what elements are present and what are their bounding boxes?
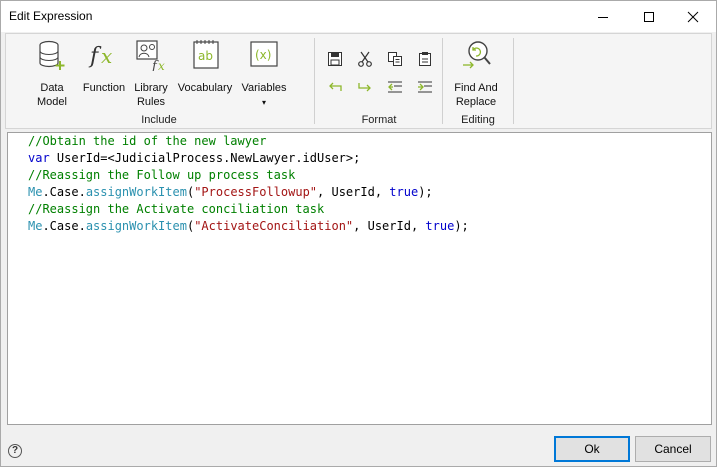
copy-icon (388, 52, 402, 66)
minimize-button[interactable] (580, 1, 626, 32)
include-group-label: Include (141, 114, 177, 126)
paste-icon (419, 52, 431, 66)
find-replace-button[interactable]: Find And Replace (445, 38, 507, 109)
data-model-label-1: Data (40, 82, 64, 94)
find-replace-label-2: Replace (455, 96, 497, 108)
svg-text:x: x (158, 59, 165, 71)
cut-button[interactable] (354, 49, 376, 69)
data-model-button[interactable]: Data Model (30, 38, 74, 109)
indent-icon (418, 81, 432, 93)
code-line[interactable]: //Reassign the Activate conciliation tas… (28, 201, 469, 218)
vocabulary-icon: ab (188, 38, 222, 72)
editing-group: Find And Replace Editing (443, 34, 513, 128)
code-token: "ProcessFollowup" (194, 185, 318, 199)
vocabulary-button[interactable]: ab Vocabulary (174, 38, 236, 95)
save-button[interactable] (324, 49, 346, 69)
maximize-button[interactable] (626, 1, 672, 32)
ribbon-divider (513, 38, 514, 124)
save-icon (328, 52, 342, 66)
ok-button[interactable]: Ok (554, 436, 630, 462)
find-replace-icon (459, 38, 493, 72)
library-rules-label-2: Rules (136, 96, 166, 108)
code-token: //Reassign the Follow up process task (28, 168, 296, 182)
code-token: true (425, 219, 455, 233)
svg-text:f: f (88, 44, 102, 69)
editing-group-label: Editing (461, 114, 495, 126)
fx-icon: f x (87, 38, 121, 72)
code-token: ); (454, 219, 469, 233)
code-token: , UserId, (353, 219, 426, 233)
chevron-down-icon: ▾ (261, 98, 266, 107)
ribbon-toolbar: Data Model f x Function f x Library Rule… (5, 33, 712, 129)
maximize-icon (644, 11, 654, 22)
code-token: "ActivateConciliation" (194, 219, 354, 233)
undo-button[interactable] (324, 77, 346, 97)
indent-button[interactable] (414, 77, 436, 97)
svg-text:x: x (101, 44, 112, 68)
code-token: Me (28, 219, 43, 233)
format-group-label: Format (361, 114, 397, 126)
data-model-label-2: Model (37, 96, 67, 108)
variables-button[interactable]: (x) Variables ▾ (238, 38, 290, 110)
close-icon (687, 11, 699, 22)
code-token: assignWorkItem (85, 219, 187, 233)
paste-button[interactable] (414, 49, 436, 69)
code-token: assignWorkItem (85, 185, 187, 199)
include-group: Data Model f x Function f x Library Rule… (6, 34, 312, 128)
expression-editor[interactable]: //Obtain the id of the new lawyer var Use… (7, 132, 712, 425)
cancel-button[interactable]: Cancel (635, 436, 711, 462)
library-rules-button[interactable]: f x Library Rules (130, 38, 172, 109)
code-line[interactable]: Me.Case.assignWorkItem("ActivateConcilia… (28, 218, 469, 235)
code-line[interactable]: var UserId=<JudicialProcess.NewLawyer.id… (28, 150, 469, 167)
variables-icon: (x) (247, 38, 281, 72)
code-line[interactable]: Me.Case.assignWorkItem("ProcessFollowup"… (28, 184, 469, 201)
code-content[interactable]: //Obtain the id of the new lawyer var Use… (28, 133, 469, 235)
code-token: ); (418, 185, 433, 199)
code-token: .Case. (42, 185, 86, 199)
library-rules-icon: f x (134, 38, 168, 72)
function-button[interactable]: f x Function (78, 38, 130, 95)
code-token: .Case. (42, 219, 86, 233)
copy-button[interactable] (384, 49, 406, 69)
code-line[interactable]: //Obtain the id of the new lawyer (28, 133, 469, 150)
code-token: UserId=<JudicialProcess.NewLawyer.idUser… (49, 151, 361, 165)
close-button[interactable] (670, 1, 716, 32)
cut-icon (358, 51, 372, 67)
title-bar: Edit Expression (1, 1, 716, 32)
code-token: , UserId, (317, 185, 390, 199)
code-token: //Obtain the id of the new lawyer (28, 134, 267, 148)
ribbon-divider (314, 38, 315, 124)
format-group: Format (316, 34, 442, 128)
vocabulary-label: Vocabulary (177, 82, 233, 94)
function-label: Function (82, 82, 126, 94)
outdent-button[interactable] (384, 77, 406, 97)
find-replace-label-1: Find And (454, 82, 498, 94)
redo-button[interactable] (354, 77, 376, 97)
help-icon[interactable]: ? (8, 444, 22, 458)
minimize-icon (598, 16, 608, 18)
database-add-icon (35, 38, 69, 72)
svg-text:(x): (x) (255, 48, 271, 62)
svg-text:ab: ab (198, 49, 213, 63)
library-rules-label-1: Library (134, 82, 168, 94)
window-title: Edit Expression (9, 9, 93, 23)
redo-icon (358, 83, 371, 92)
code-token: Me (28, 185, 43, 199)
variables-label: Variables (241, 82, 287, 94)
code-token: true (389, 185, 419, 199)
undo-icon (329, 82, 342, 91)
outdent-icon (388, 81, 402, 93)
code-token: //Reassign the Activate conciliation tas… (28, 202, 325, 216)
code-line[interactable]: //Reassign the Follow up process task (28, 167, 469, 184)
code-token: var (28, 151, 50, 165)
edit-expression-dialog: Edit Expression Data Model f x Function … (0, 0, 717, 467)
